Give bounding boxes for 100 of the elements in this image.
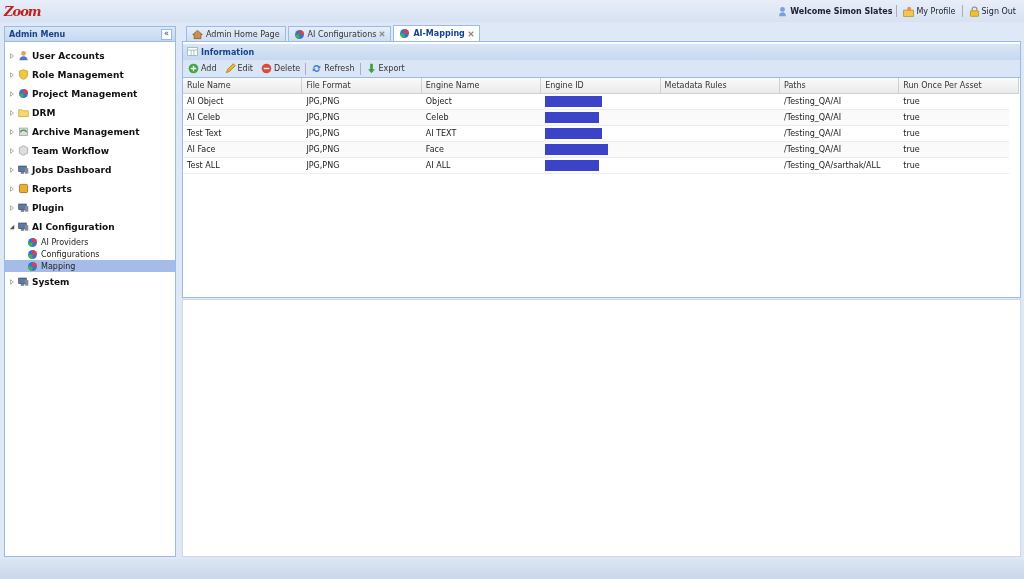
collapsed-caret-icon[interactable]	[9, 278, 15, 285]
column-header[interactable]: Engine ID	[541, 78, 661, 93]
tree-item[interactable]: System	[5, 272, 175, 291]
monitor-icon	[18, 276, 29, 287]
toolbar-button[interactable]: Add	[185, 63, 220, 74]
close-icon[interactable]	[379, 31, 386, 37]
close-icon[interactable]	[467, 30, 474, 37]
collapsed-caret-icon[interactable]	[9, 128, 15, 135]
table-cell-text: Test Text	[186, 128, 223, 140]
monitor-icon	[18, 164, 29, 175]
tree-item[interactable]: AI Configuration	[5, 217, 175, 236]
collapsed-caret-icon[interactable]	[9, 52, 15, 59]
refresh-icon	[311, 63, 323, 74]
add-icon	[188, 63, 199, 74]
pencil-icon	[224, 63, 236, 74]
column-header[interactable]: Run Once Per Asset	[899, 78, 1019, 93]
archive-icon	[18, 126, 29, 137]
tab[interactable]: Admin Home Page	[186, 26, 286, 41]
collapsed-caret-icon[interactable]	[9, 109, 15, 116]
column-header[interactable]: Rule Name	[183, 78, 303, 93]
globe-icon	[27, 260, 38, 272]
home-icon	[192, 28, 203, 40]
profile-icon	[903, 5, 915, 17]
folder-icon	[18, 107, 29, 118]
collapsed-caret-icon[interactable]	[9, 147, 15, 154]
collapsed-caret-icon[interactable]	[9, 185, 15, 192]
delete-icon	[261, 63, 272, 74]
table-cell-text: JPG,PNG	[305, 128, 341, 140]
table-cell-text: /Testing_QA/AI	[782, 128, 843, 140]
monitor-icon	[18, 202, 29, 213]
table-cell-text: AI ALL	[424, 160, 452, 172]
table-cell-text: AI TEXT	[424, 128, 458, 140]
shield-icon	[18, 69, 29, 80]
monitor-icon	[18, 221, 29, 232]
table-cell-text: true	[902, 144, 921, 156]
collapsed-caret-icon[interactable]	[9, 71, 15, 78]
lock-icon	[968, 5, 980, 17]
table-cell-text: /Testing_QA/AI	[782, 112, 843, 124]
logo: Zoom	[4, 3, 41, 19]
toolbar-button[interactable]: Delete	[258, 63, 304, 74]
user-icon	[777, 5, 789, 17]
panel-title: Information	[201, 47, 255, 57]
welcome-text: Welcome Simon Slates	[790, 6, 893, 16]
table-cell-text: true	[902, 160, 921, 172]
globe-icon	[27, 236, 38, 248]
table-cell-text: JPG,PNG	[305, 144, 341, 156]
collapsed-caret-icon[interactable]	[9, 90, 15, 97]
tree-item[interactable]: Jobs Dashboard	[5, 160, 175, 179]
table-cell-text: /Testing_QA/sarthak/ALL	[782, 160, 882, 172]
column-header[interactable]: Metadata Rules	[660, 78, 780, 93]
collapse-button[interactable]: «	[161, 28, 172, 40]
table-cell-text: Object	[424, 96, 453, 108]
table-cell-text: AI Celeb	[186, 112, 222, 124]
header-link[interactable]: Sign Out	[966, 4, 1018, 18]
globe-icon	[27, 248, 38, 260]
table-cell-text: true	[902, 112, 921, 124]
header-link[interactable]: My Profile	[901, 4, 958, 18]
report-icon	[18, 183, 29, 194]
table-cell-text: true	[902, 96, 921, 108]
cube-icon	[18, 145, 29, 156]
tree-item[interactable]: Mapping	[5, 260, 175, 272]
table-cell-text: /Testing_QA/AI	[782, 96, 843, 108]
column-header[interactable]: Paths	[779, 78, 900, 93]
table-cell-text: true	[902, 128, 921, 140]
tree-item[interactable]: Plugin	[5, 198, 175, 217]
collapsed-caret-icon[interactable]	[9, 166, 15, 173]
toolbar-button[interactable]: Edit	[221, 63, 256, 74]
table-cell-text: Face	[424, 144, 445, 156]
down-arrow-icon	[365, 63, 377, 74]
tree-item[interactable]: User Accounts	[5, 46, 175, 65]
table-cell-text: Test ALL	[186, 160, 221, 172]
tree-item[interactable]: Reports	[5, 179, 175, 198]
table-cell-text: JPG,PNG	[305, 96, 341, 108]
tree-item[interactable]: Role Management	[5, 65, 175, 84]
table-cell-text: JPG,PNG	[305, 160, 341, 172]
table-cell-text: AI Object	[186, 96, 225, 108]
tree-item[interactable]: Team Workflow	[5, 141, 175, 160]
toolbar-button[interactable]: Refresh	[308, 63, 358, 74]
globe-icon	[399, 28, 411, 39]
expanded-caret-icon[interactable]	[9, 223, 15, 230]
globe-icon	[293, 28, 305, 40]
tree-item[interactable]: Archive Management	[5, 122, 175, 141]
table-cell-text: /Testing_QA/AI	[782, 144, 843, 156]
sidebar-title: Admin Menu	[9, 29, 66, 39]
toolbar-button[interactable]: Export	[362, 63, 408, 74]
table-cell-text: JPG,PNG	[305, 112, 341, 124]
column-header[interactable]: File Format	[302, 78, 422, 93]
table-icon	[187, 45, 198, 57]
user-icon	[18, 50, 29, 61]
globe-icon	[18, 88, 29, 99]
collapsed-caret-icon[interactable]	[9, 204, 15, 211]
tab[interactable]: AI Configurations	[287, 26, 392, 41]
table-cell-text: Celeb	[424, 112, 450, 124]
tree-item[interactable]: DRM	[5, 103, 175, 122]
tab[interactable]: AI-Mapping	[393, 25, 480, 41]
column-header[interactable]: Engine Name	[421, 78, 542, 93]
table-cell-text: AI Face	[186, 144, 217, 156]
tree-item[interactable]: Project Management	[5, 84, 175, 103]
tree-item[interactable]: AI Providers	[5, 236, 175, 248]
tree-item[interactable]: Configurations	[5, 248, 175, 260]
